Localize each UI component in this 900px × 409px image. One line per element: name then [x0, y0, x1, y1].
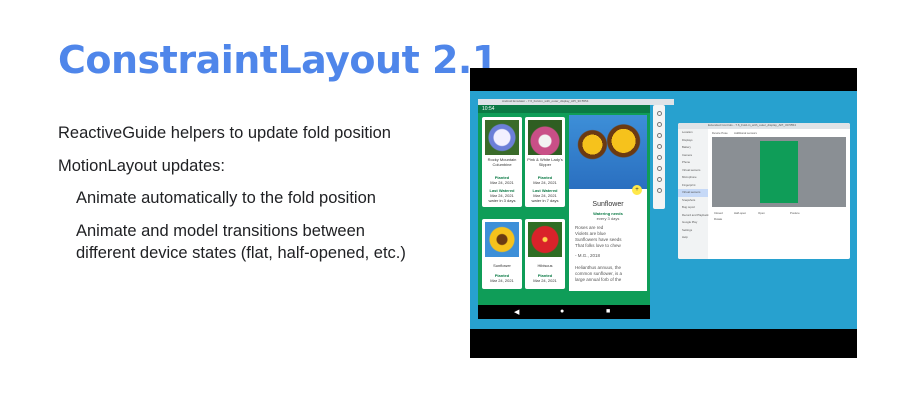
- volume-down-icon[interactable]: [656, 133, 662, 138]
- status-bar: 10:54: [478, 105, 650, 113]
- camera-icon[interactable]: [656, 166, 662, 171]
- emulator-title: Android Emulator - 7.6_Fold-in_with_oute…: [502, 99, 589, 103]
- sidebar-item[interactable]: Camera: [678, 152, 708, 160]
- sidebar-item[interactable]: Virtual sensors: [678, 167, 708, 175]
- volume-up-icon[interactable]: [656, 122, 662, 127]
- description-line: large annual forb of the: [575, 277, 622, 282]
- more-icon[interactable]: [656, 188, 662, 193]
- plant-card[interactable]: Pink & White Lady's Slipper Planted Mar …: [525, 117, 565, 207]
- posture-closed-radio[interactable]: Closed: [714, 211, 723, 215]
- plant-name: Sunflower: [493, 263, 511, 268]
- planted-date: Mar 24, 2021: [533, 278, 557, 283]
- plant-name: Hibiscus: [537, 263, 553, 268]
- back-icon[interactable]: ◀: [514, 308, 519, 316]
- sidebar-item-selected[interactable]: Virtual sensors: [678, 189, 708, 197]
- water-note: water in 3 days: [488, 198, 516, 203]
- sidebar-item[interactable]: Help: [678, 234, 708, 242]
- system-nav-bar[interactable]: ◀ ● ■: [478, 305, 650, 319]
- extended-controls-sidebar[interactable]: Location Displays Battery Camera Phone V…: [678, 129, 709, 259]
- plant-image: [528, 120, 562, 155]
- bottom-navigation[interactable]: [478, 291, 650, 305]
- sidebar-item[interactable]: Microphone: [678, 174, 708, 182]
- posture-open-radio[interactable]: Open: [758, 211, 765, 215]
- rotate-right-icon[interactable]: [656, 155, 662, 160]
- rotate-label: Rotate: [714, 217, 723, 221]
- device-pose-preview[interactable]: [712, 137, 846, 207]
- sidebar-item[interactable]: Location: [678, 129, 708, 137]
- plant-name: Pink & White Lady's Slipper: [527, 157, 563, 167]
- posture-label: Posture: [790, 211, 800, 215]
- sidebar-item[interactable]: Phone: [678, 159, 708, 167]
- status-time: 10:54: [482, 106, 495, 112]
- bullet-reactiveguide: ReactiveGuide helpers to update fold pos…: [58, 124, 391, 142]
- water-note: water in 7 days: [531, 198, 559, 203]
- bullet-animate-model-1: Animate and model transitions between: [76, 222, 365, 240]
- poem-author: - M.G., 2018: [575, 253, 601, 258]
- planted-date: Mar 24, 2021: [533, 180, 557, 185]
- sidebar-item[interactable]: Battery: [678, 144, 708, 152]
- plant-image: [528, 222, 562, 257]
- video-player[interactable]: Android Emulator - 7.6_Fold-in_with_oute…: [470, 68, 857, 358]
- bullet-motionlayout: MotionLayout updates:: [58, 157, 225, 175]
- emulator-window[interactable]: Android Emulator - 7.6_Fold-in_with_oute…: [478, 99, 674, 319]
- plant-card[interactable]: Hibiscus Planted Mar 24, 2021: [525, 219, 565, 289]
- poem-line: That folks love to chew: [575, 243, 621, 248]
- extended-controls-title: Extended Controls - 7.6_Fold-in_with_out…: [708, 123, 796, 127]
- phone-screen[interactable]: 10:54 Rocky Mountain Columbine Planted M…: [478, 105, 650, 319]
- bullet-animate-fold: Animate automatically to the fold positi…: [76, 189, 376, 207]
- plant-detail-pane[interactable]: + Sunflower Watering needs every 3 days …: [569, 115, 647, 291]
- sidebar-item[interactable]: Snapshots: [678, 197, 708, 205]
- bullet-animate-model-2: different device states (flat, half-open…: [76, 244, 406, 262]
- add-fab-button[interactable]: +: [632, 185, 642, 195]
- tab-additional-sensors[interactable]: Additional sensors: [734, 131, 757, 135]
- extended-controls-window[interactable]: Extended Controls - 7.6_Fold-in_with_out…: [678, 123, 850, 259]
- planted-date: Mar 24, 2021: [490, 180, 514, 185]
- sunflower-image: [569, 115, 647, 189]
- power-icon[interactable]: [656, 111, 662, 116]
- plant-card[interactable]: Sunflower Planted Mar 24, 2021: [482, 219, 522, 289]
- sidebar-item[interactable]: Record and Playback: [678, 212, 709, 220]
- preview-phone: [760, 141, 798, 203]
- desktop-screen: Android Emulator - 7.6_Fold-in_with_oute…: [470, 91, 857, 329]
- tab-device-pose[interactable]: Device Pose: [712, 131, 728, 135]
- posture-half-open-radio[interactable]: Half-open: [734, 211, 746, 215]
- sidebar-item[interactable]: Google Play: [678, 219, 708, 227]
- sidebar-item[interactable]: Displays: [678, 137, 708, 145]
- planted-date: Mar 24, 2021: [490, 278, 514, 283]
- home-icon[interactable]: ●: [560, 308, 564, 315]
- sidebar-item[interactable]: Settings: [678, 227, 708, 235]
- detail-title: Sunflower: [592, 201, 624, 208]
- plant-image: [485, 222, 519, 257]
- emulator-toolbar[interactable]: [653, 105, 665, 209]
- sidebar-item[interactable]: Fingerprint: [678, 182, 708, 190]
- slide-title: ConstraintLayout 2.1: [58, 38, 498, 82]
- watering-value: every 3 days: [596, 216, 620, 221]
- sidebar-item[interactable]: Bug report: [678, 204, 708, 212]
- rotate-left-icon[interactable]: [656, 144, 662, 149]
- recents-icon[interactable]: ■: [606, 308, 610, 315]
- plant-image: [485, 120, 519, 155]
- zoom-icon[interactable]: [656, 177, 662, 182]
- plant-name: Rocky Mountain Columbine: [487, 157, 517, 167]
- plant-card[interactable]: Rocky Mountain Columbine Planted Mar 24,…: [482, 117, 522, 207]
